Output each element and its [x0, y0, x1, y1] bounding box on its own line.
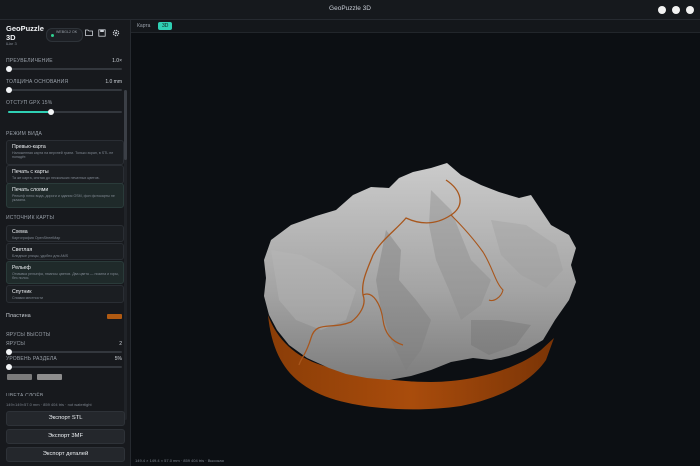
sidebar: GeoPuzzle 3D Шаг 3 WEBGL2 OK ПРЕУВЕЛИЧЕН…: [0, 20, 131, 466]
view-mode-option-title: Превью-карта: [12, 144, 46, 150]
app-subtitle: Шаг 3: [6, 41, 17, 46]
map-source-option[interactable]: Светлая Бледные улицы, удобно для AMS: [6, 243, 124, 260]
model-info: 149×149×57.0 mm · 859 404 tris · not wat…: [6, 402, 92, 407]
viewport-status: 149.4 × 149.4 × 57.0 mm · 859 404 tris ·…: [135, 458, 224, 463]
split-level-slider-handle[interactable]: [6, 364, 12, 370]
plate-label: Пластина: [6, 313, 31, 319]
view-mode-label: РЕЖИМ ВИДА: [6, 131, 43, 137]
viewport-3d[interactable]: Карта 3D 149.4 × 149.4 × 57.0 mm · 859 4…: [131, 20, 700, 466]
webgl-status-text: WEBGL2 OK: [56, 30, 78, 34]
gpx-offset-label: ОТСТУП GPX 15%: [6, 100, 53, 106]
layer-colors-label: ЦВЕТА СЛОЁВ: [6, 393, 44, 396]
height-tiers-label: ЯРУСЫ ВЫСОТЫ: [6, 332, 51, 338]
window-dot-icon[interactable]: [686, 6, 694, 14]
tier-color-swatch[interactable]: [37, 374, 62, 380]
gear-icon[interactable]: [111, 29, 120, 38]
map-source-option-desc: Отмывка рельефа, нюансы цветов. Два цвет…: [12, 272, 119, 281]
tier-color-swatch[interactable]: [7, 374, 32, 380]
map-source-option[interactable]: Спутник Снимки местности: [6, 285, 124, 303]
view-mode-option-title: Печать слоями: [12, 187, 49, 193]
map-source-option-title: Рельеф: [12, 265, 31, 271]
export-stl-button[interactable]: Экспорт STL: [6, 411, 125, 426]
view-mode-option-title: Печать с карты: [12, 169, 49, 175]
view-mode-option-selected[interactable]: Печать слоями Рельеф плюс вода, дороги и…: [6, 183, 124, 208]
map-source-option-title: Светлая: [12, 247, 33, 253]
map-source-option-desc: Снимки местности: [12, 296, 43, 300]
map-source-option-desc: Картография OpenStreetMap: [12, 236, 61, 240]
map-source-label: ИСТОЧНИК КАРТЫ: [6, 215, 55, 221]
base-thickness-value: 1.0 mm: [105, 79, 122, 85]
tiers-label: ЯРУСЫ: [6, 341, 26, 347]
title-bar: GeoPuzzle 3D: [0, 0, 700, 20]
app-title: GeoPuzzle 3D: [6, 24, 44, 42]
view-mode-option[interactable]: Превью-карта Наложенная карта на верхней…: [6, 140, 124, 165]
sidebar-scrollbar-thumb[interactable]: [124, 90, 127, 160]
split-level-value: 5%: [114, 356, 122, 362]
status-dot-icon: [51, 34, 54, 37]
exaggeration-slider[interactable]: [8, 68, 122, 70]
exaggeration-value: 1.0×: [112, 58, 122, 64]
gpx-offset-slider-fill: [8, 111, 51, 113]
exaggeration-slider-handle[interactable]: [6, 66, 12, 72]
base-thickness-slider-handle[interactable]: [6, 87, 12, 93]
plate-color-swatch[interactable]: [107, 314, 122, 319]
tiers-slider[interactable]: [8, 351, 122, 353]
exaggeration-label: ПРЕУВЕЛИЧЕНИЕ: [6, 58, 53, 64]
webgl-status-badge: WEBGL2 OK: [46, 28, 83, 42]
view-mode-option-desc: Та же карта, снятая до нескольких печатн…: [12, 176, 100, 180]
window-dot-icon[interactable]: [658, 6, 666, 14]
tiers-slider-handle[interactable]: [6, 349, 12, 355]
tiers-value: 2: [119, 341, 122, 347]
terrain-model[interactable]: [131, 20, 700, 466]
window-title: GeoPuzzle 3D: [329, 5, 371, 12]
base-thickness-label: ТОЛЩИНА ОСНОВАНИЯ: [6, 79, 69, 85]
map-source-option-title: Схема: [12, 229, 28, 235]
save-icon[interactable]: [97, 29, 106, 38]
export-3mf-button[interactable]: Экспорт 3MF: [6, 429, 125, 444]
map-source-option-desc: Бледные улицы, удобно для AMS: [12, 254, 69, 258]
view-mode-option-desc: Наложенная карта на верхней грани. Тольк…: [12, 151, 114, 160]
split-level-slider[interactable]: [8, 366, 122, 368]
gpx-offset-slider-handle[interactable]: [48, 109, 54, 115]
view-mode-option-desc: Рельеф плюс вода, дороги и здания OSM, ф…: [12, 194, 115, 203]
export-parts-button[interactable]: Экспорт деталей: [6, 447, 125, 462]
view-mode-option[interactable]: Печать с карты Та же карта, снятая до не…: [6, 165, 124, 184]
split-level-label: УРОВЕНЬ РАЗДЕЛА: [6, 356, 57, 362]
base-thickness-slider[interactable]: [8, 89, 122, 91]
map-source-option[interactable]: Схема Картография OpenStreetMap: [6, 225, 124, 242]
window-dot-icon[interactable]: [672, 6, 680, 14]
folder-icon[interactable]: [84, 29, 93, 38]
map-source-option-title: Спутник: [12, 289, 32, 295]
map-source-option-selected[interactable]: Рельеф Отмывка рельефа, нюансы цветов. Д…: [6, 261, 124, 284]
